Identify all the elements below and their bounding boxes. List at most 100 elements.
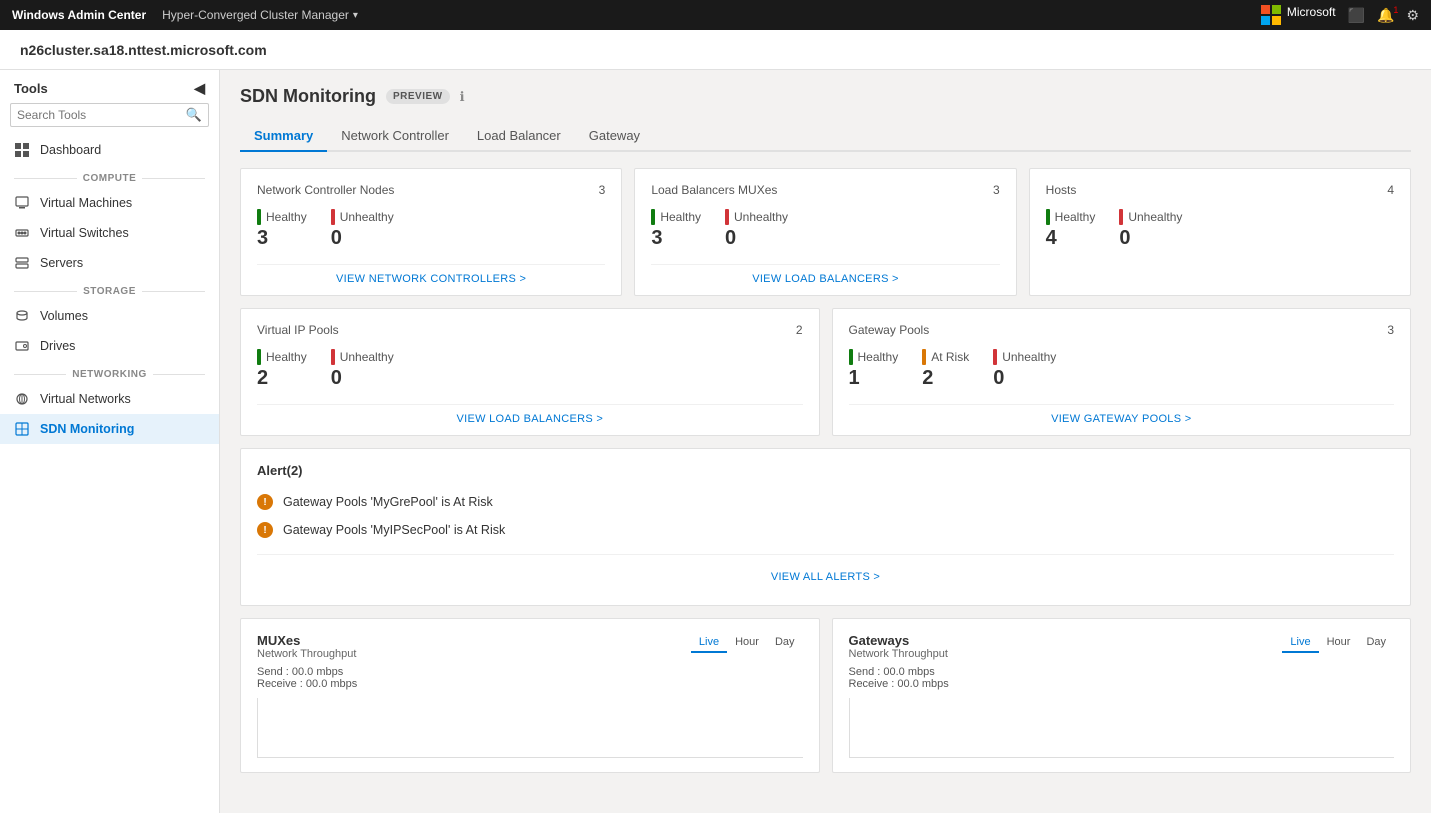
nc-unhealthy-bar [331,209,335,225]
card-vip-title: Virtual IP Pools [257,323,339,337]
microsoft-logo: Microsoft [1261,5,1336,25]
sidebar-item-label-vnetworks: Virtual Networks [40,392,131,406]
lb-view-link[interactable]: VIEW LOAD BALANCERS > [651,264,999,285]
chart-gateways-tab-hour[interactable]: Hour [1319,633,1359,653]
card-gp-stats: Healthy 1 At Risk 2 Un [849,349,1395,390]
sidebar-item-drives[interactable]: Drives [0,331,219,361]
lb-unhealthy-stat: Unhealthy 0 [725,209,788,250]
gp-view-link[interactable]: VIEW GATEWAY POOLS > [849,404,1395,425]
alert-item-1: ! Gateway Pools 'MyGrePool' is At Risk [257,488,1394,516]
sidebar-item-virtual-networks[interactable]: Virtual Networks [0,384,219,414]
card-load-balancers-muxes: Load Balancers MUXes 3 Healthy 3 [634,168,1016,296]
cards-row-1: Network Controller Nodes 3 Healthy 3 [240,168,1411,296]
card-hosts-header: Hosts 4 [1046,183,1394,197]
monitor-icon[interactable]: ⬛ [1348,7,1365,24]
nc-view-link[interactable]: VIEW NETWORK CONTROLLERS > [257,264,605,285]
chart-muxes-area [257,698,803,758]
lb-unhealthy-label: Unhealthy [725,209,788,225]
settings-icon[interactable]: ⚙ [1406,7,1419,24]
card-nc-header: Network Controller Nodes 3 [257,183,605,197]
sidebar-item-label-drives: Drives [40,339,75,353]
gp-unhealthy-label: Unhealthy [993,349,1056,365]
hosts-healthy-value: 4 [1046,227,1096,250]
card-nc-stats: Healthy 3 Unhealthy 0 [257,209,605,250]
chart-gateways-time-tabs: Live Hour Day [1282,633,1394,653]
hosts-unhealthy-label: Unhealthy [1119,209,1182,225]
nc-healthy-stat: Healthy 3 [257,209,307,250]
nc-unhealthy-value: 0 [331,227,394,250]
vip-healthy-value: 2 [257,367,307,390]
view-all-alerts-link[interactable]: VIEW ALL ALERTS > [257,554,1394,591]
nc-unhealthy-stat: Unhealthy 0 [331,209,394,250]
network-icon [14,391,30,407]
chart-gateways-tab-day[interactable]: Day [1358,633,1394,653]
sidebar-item-dashboard[interactable]: Dashboard [0,135,219,165]
tab-network-controller[interactable]: Network Controller [327,121,463,152]
tab-load-balancer[interactable]: Load Balancer [463,121,575,152]
chart-muxes-tab-live[interactable]: Live [691,633,727,653]
sidebar-item-virtual-switches[interactable]: Virtual Switches [0,218,219,248]
gp-unhealthy-value: 0 [993,367,1056,390]
cards-row-2: Virtual IP Pools 2 Healthy 2 U [240,308,1411,436]
cluster-manager[interactable]: Hyper-Converged Cluster Manager ▾ [162,8,358,22]
sdn-icon [14,421,30,437]
hosts-healthy-stat: Healthy 4 [1046,209,1096,250]
tab-gateway[interactable]: Gateway [575,121,654,152]
card-lb-header: Load Balancers MUXes 3 [651,183,999,197]
cluster-bar: n26cluster.sa18.nttest.microsoft.com [0,30,1431,70]
charts-row: MUXes Network Throughput Live Hour Day S… [240,618,1411,773]
sidebar-item-volumes[interactable]: Volumes [0,301,219,331]
chart-muxes-tab-day[interactable]: Day [767,633,803,653]
sidebar-item-virtual-machines[interactable]: Virtual Machines [0,188,219,218]
tab-summary[interactable]: Summary [240,121,327,152]
chart-gateways-send: Send : 00.0 mbps [849,666,1395,678]
main-content: SDN Monitoring PREVIEW ℹ Summary Network… [220,70,1431,813]
gp-healthy-bar [849,349,853,365]
compute-section-label: COMPUTE [0,165,219,188]
search-input[interactable] [17,108,186,122]
chart-gateways-stats: Send : 00.0 mbps Receive : 00.0 mbps [849,666,1395,690]
lb-unhealthy-value: 0 [725,227,788,250]
dashboard-icon [14,142,30,158]
chart-muxes-header: MUXes Network Throughput Live Hour Day [257,633,803,660]
vip-view-link[interactable]: VIEW LOAD BALANCERS > [257,404,803,425]
card-virtual-ip-pools: Virtual IP Pools 2 Healthy 2 U [240,308,820,436]
card-hosts-title: Hosts [1046,183,1077,197]
sidebar-item-servers[interactable]: Servers [0,248,219,278]
chevron-down-icon: ▾ [353,10,358,21]
lb-healthy-stat: Healthy 3 [651,209,701,250]
card-gp-title: Gateway Pools [849,323,930,337]
hosts-healthy-bar [1046,209,1050,225]
card-nc-count: 3 [599,183,606,197]
gp-at-risk-value: 2 [922,367,969,390]
alert-item-2: ! Gateway Pools 'MyIPSecPool' is At Risk [257,516,1394,544]
cluster-name: n26cluster.sa18.nttest.microsoft.com [20,42,267,58]
bell-icon[interactable]: 🔔1 [1377,7,1394,24]
gp-at-risk-bar [922,349,926,365]
lb-healthy-label: Healthy [651,209,701,225]
sidebar-item-sdn-monitoring[interactable]: SDN Monitoring [0,414,219,444]
sidebar-item-label-vms: Virtual Machines [40,196,132,210]
main-layout: Tools ◀ 🔍 Dashboard COMPUTE Virtual Mach… [0,70,1431,813]
preview-info-icon[interactable]: ℹ [460,89,465,105]
vm-icon [14,195,30,211]
chart-gateways-tab-live[interactable]: Live [1282,633,1318,653]
lb-unhealthy-bar [725,209,729,225]
sidebar: Tools ◀ 🔍 Dashboard COMPUTE Virtual Mach… [0,70,220,813]
alert-warning-icon-2: ! [257,522,273,538]
search-icon: 🔍 [186,107,202,123]
nc-healthy-label: Healthy [257,209,307,225]
sidebar-item-label-sdn: SDN Monitoring [40,422,134,436]
card-gp-count: 3 [1387,323,1394,337]
collapse-icon[interactable]: ◀ [194,80,205,97]
vip-healthy-label: Healthy [257,349,307,365]
sidebar-search-container[interactable]: 🔍 [10,103,209,127]
vip-unhealthy-stat: Unhealthy 0 [331,349,394,390]
topbar: Windows Admin Center Hyper-Converged Clu… [0,0,1431,30]
volumes-icon [14,308,30,324]
chart-muxes-tab-hour[interactable]: Hour [727,633,767,653]
nc-healthy-bar [257,209,261,225]
nc-healthy-value: 3 [257,227,307,250]
card-hosts-stats: Healthy 4 Unhealthy 0 [1046,209,1394,250]
chart-gateways-receive: Receive : 00.0 mbps [849,678,1395,690]
